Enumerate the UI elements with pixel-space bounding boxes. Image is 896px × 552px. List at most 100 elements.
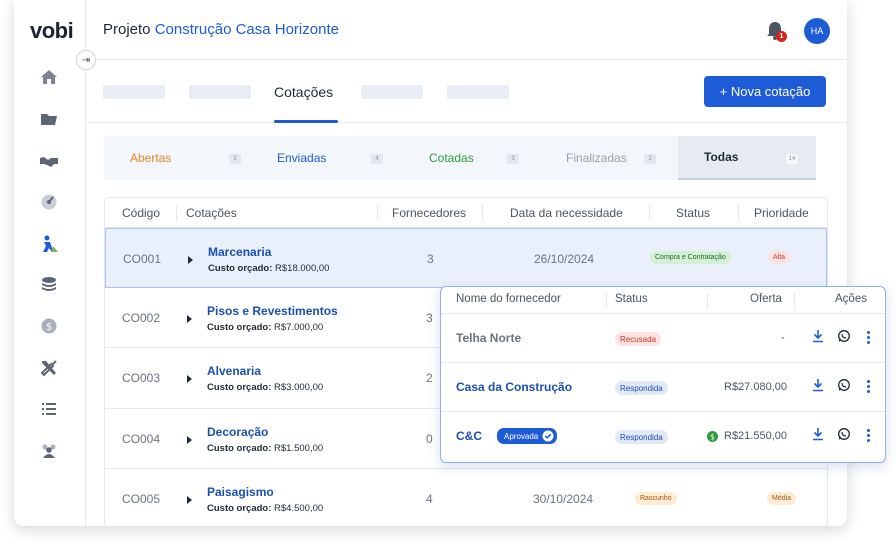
- row-date: 30/10/2024: [533, 492, 594, 506]
- caret-right-icon[interactable]: [187, 496, 192, 504]
- tab-placeholder[interactable]: [103, 85, 165, 99]
- download-icon[interactable]: [811, 427, 825, 441]
- row-name[interactable]: Pisos e Revestimentos: [207, 304, 338, 318]
- row-name[interactable]: Alvenaria: [207, 364, 261, 378]
- new-quote-button[interactable]: + Nova cotação: [704, 76, 826, 107]
- handshake-icon[interactable]: [36, 150, 62, 172]
- caret-right-icon[interactable]: [187, 375, 192, 383]
- supplier-row[interactable]: Casa da Construção Respondida R$27.080,0…: [441, 362, 885, 411]
- check-circle-icon: [542, 430, 554, 442]
- more-options-icon[interactable]: [867, 429, 870, 443]
- worker-icon[interactable]: [36, 233, 62, 255]
- supplier-status-badge: Recusada: [615, 332, 662, 346]
- page-title: Projeto Construção Casa Horizonte: [103, 21, 339, 38]
- supplier-row[interactable]: C&C Aprovada Respondida $ R$21.550,00: [441, 411, 885, 460]
- list-icon[interactable]: [36, 398, 62, 420]
- suppliers-popup: Nome do fornecedor Status Oferta Ações T…: [440, 286, 886, 463]
- row-date: 26/10/2024: [534, 252, 595, 266]
- row-budget: Custo orçado: R$18.000,00: [208, 263, 329, 274]
- whatsapp-icon[interactable]: [837, 329, 851, 343]
- status-badge: Rascunho: [635, 492, 677, 505]
- col-offer: Oferta: [750, 293, 782, 305]
- row-suppliers: 2: [426, 371, 433, 385]
- tab-cotacoes[interactable]: Cotações: [274, 84, 333, 100]
- coins-icon[interactable]: [36, 274, 62, 296]
- table-row[interactable]: CO001 Marcenaria Custo orçado: R$18.000,…: [105, 228, 827, 288]
- row-code: CO004: [122, 432, 161, 446]
- column-divider: [377, 205, 378, 221]
- supplier-row[interactable]: Telha Norte Recusada -: [441, 313, 885, 362]
- col-prioridade[interactable]: Prioridade: [754, 206, 809, 220]
- budget-value: R$4.500,00: [274, 503, 324, 514]
- supplier-status-badge: Respondida: [615, 381, 668, 395]
- section-tabs: Cotações + Nova cotação: [87, 61, 847, 123]
- tools-icon[interactable]: [36, 357, 62, 379]
- more-options-icon[interactable]: [867, 331, 870, 345]
- caret-right-icon[interactable]: [187, 315, 192, 323]
- dollar-circle-icon: $: [707, 431, 718, 442]
- download-icon[interactable]: [811, 378, 825, 392]
- col-supplier-status: Status: [615, 293, 648, 305]
- project-prefix: Projeto: [103, 21, 151, 38]
- col-codigo[interactable]: Código: [122, 206, 160, 220]
- column-divider: [482, 205, 483, 221]
- svg-text:$: $: [46, 322, 52, 333]
- caret-right-icon[interactable]: [187, 436, 192, 444]
- download-icon[interactable]: [811, 329, 825, 343]
- project-name[interactable]: Construção Casa Horizonte: [155, 21, 339, 38]
- topbar: Projeto Construção Casa Horizonte 1 HA: [87, 0, 847, 60]
- expand-sidebar-button[interactable]: ⇥: [76, 50, 96, 70]
- row-name[interactable]: Marcenaria: [208, 245, 271, 259]
- col-supplier-name: Nome do fornecedor: [456, 293, 561, 305]
- col-cotacoes[interactable]: Cotações: [186, 206, 237, 220]
- team-icon[interactable]: [36, 440, 62, 462]
- col-actions: Ações: [835, 293, 867, 305]
- column-divider: [606, 293, 607, 309]
- filter-count: 2: [644, 154, 656, 164]
- budget-value: R$18.000,00: [275, 263, 330, 274]
- filter-enviadas[interactable]: Enviadas 4: [248, 136, 392, 180]
- dollar-icon[interactable]: $: [36, 315, 62, 337]
- tab-placeholder[interactable]: [447, 85, 509, 99]
- home-icon[interactable]: [36, 66, 62, 88]
- supplier-name[interactable]: Telha Norte: [456, 331, 521, 345]
- more-options-icon[interactable]: [867, 380, 870, 394]
- filter-label: Enviadas: [277, 151, 327, 165]
- avatar[interactable]: HA: [804, 18, 830, 44]
- approved-badge: Aprovada: [497, 428, 558, 444]
- table-header: Código Cotações Fornecedores Data da nec…: [105, 198, 827, 228]
- supplier-name[interactable]: C&C: [456, 429, 482, 443]
- folder-icon[interactable]: [36, 108, 62, 130]
- row-name[interactable]: Decoração: [207, 425, 268, 439]
- row-code: CO005: [122, 492, 161, 506]
- tab-placeholder[interactable]: [189, 85, 251, 99]
- row-name[interactable]: Paisagismo: [207, 485, 274, 499]
- col-data[interactable]: Data da necessidade: [510, 206, 623, 220]
- vobi-logo[interactable]: vobi: [30, 18, 74, 44]
- column-divider: [707, 293, 708, 309]
- col-status[interactable]: Status: [676, 206, 710, 220]
- tab-placeholder[interactable]: [361, 85, 423, 99]
- supplier-name[interactable]: Casa da Construção: [456, 380, 572, 394]
- table-row[interactable]: CO005 Paisagismo Custo orçado: R$4.500,0…: [105, 469, 827, 526]
- filter-count: 2: [229, 154, 241, 164]
- filter-cotadas[interactable]: Cotadas 3: [392, 136, 532, 180]
- row-code: CO002: [122, 311, 161, 325]
- dashboard-icon[interactable]: [36, 191, 62, 213]
- column-divider: [649, 205, 650, 221]
- filter-finalizadas[interactable]: Finalizadas 2: [532, 136, 678, 180]
- filter-abertas[interactable]: Abertas 2: [104, 136, 248, 180]
- caret-right-icon[interactable]: [188, 256, 193, 264]
- col-fornecedores[interactable]: Fornecedores: [392, 206, 466, 220]
- budget-label: Custo orçado:: [207, 443, 272, 454]
- whatsapp-icon[interactable]: [837, 427, 851, 441]
- status-filters: Abertas 2 Enviadas 4 Cotadas 3 Finalizad…: [104, 136, 816, 180]
- priority-badge: Alta: [768, 251, 791, 264]
- filter-label: Abertas: [130, 151, 172, 165]
- approved-label: Aprovada: [504, 431, 539, 441]
- filter-todas[interactable]: Todas 14: [678, 136, 816, 180]
- row-suppliers: 4: [426, 492, 433, 506]
- filter-count: 4: [371, 154, 383, 164]
- whatsapp-icon[interactable]: [837, 378, 851, 392]
- priority-badge: Média: [767, 492, 797, 505]
